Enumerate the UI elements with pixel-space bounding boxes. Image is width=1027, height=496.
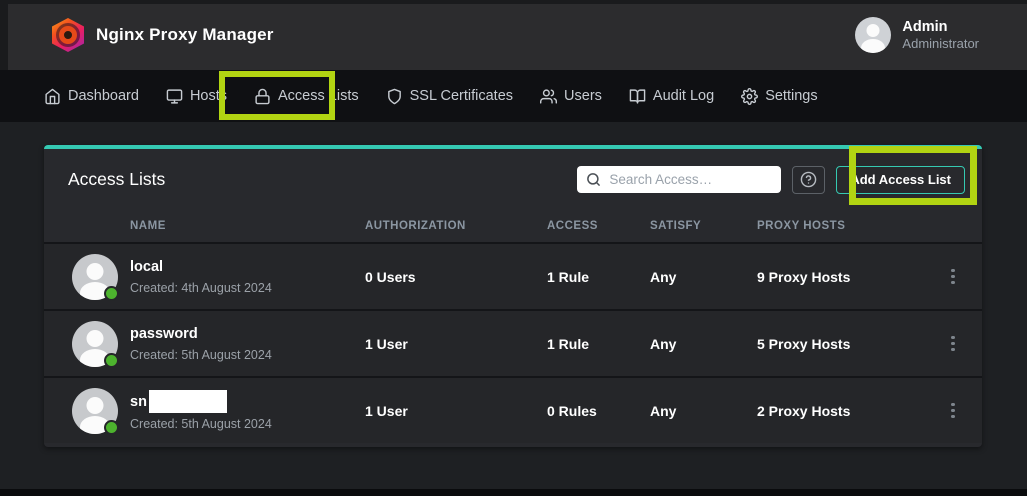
authorization-cell: 1 User	[365, 336, 547, 352]
access-list-avatar	[72, 388, 118, 434]
row-menu-kebab-icon[interactable]	[942, 263, 964, 291]
table-row[interactable]: local Created: 4th August 2024 0 Users 1…	[44, 242, 982, 309]
table-header-row: NAME AUTHORIZATION ACCESS SATISFY PROXY …	[44, 210, 982, 242]
topbar: Nginx Proxy Manager Admin Administrator	[0, 0, 1027, 70]
nav-label: SSL Certificates	[410, 88, 513, 104]
access-cell: 1 Rule	[547, 336, 650, 352]
nav-item-ssl-certificates[interactable]: SSL Certificates	[386, 88, 513, 105]
nav-label: Audit Log	[653, 88, 714, 104]
nav-label: Settings	[765, 88, 817, 104]
nav-item-users[interactable]: Users	[540, 88, 602, 105]
access-cell: 1 Rule	[547, 269, 650, 285]
npm-logo-icon[interactable]	[52, 18, 84, 52]
created-date: Created: 4th August 2024	[130, 281, 365, 296]
col-header-name: NAME	[130, 220, 365, 232]
nav-label: Access Lists	[278, 88, 359, 104]
window-top-edge	[0, 0, 1027, 4]
panel-title: Access Lists	[68, 169, 165, 190]
gear-icon	[741, 88, 758, 105]
access-list-name: password	[130, 326, 198, 342]
monitor-icon	[166, 88, 183, 105]
nav-label: Hosts	[190, 88, 227, 104]
app-title: Nginx Proxy Manager	[96, 25, 274, 45]
access-lists-panel: Access Lists Add Access List NAME AUTHOR…	[44, 145, 982, 447]
shield-icon	[386, 88, 403, 105]
satisfy-cell: Any	[650, 269, 757, 285]
user-menu[interactable]: Admin Administrator	[855, 17, 979, 53]
redaction-box	[149, 390, 227, 413]
window-left-edge	[0, 0, 8, 70]
created-date: Created: 5th August 2024	[130, 348, 365, 363]
user-name: Admin	[902, 18, 979, 36]
search-input[interactable]	[609, 172, 772, 187]
access-list-name: local	[130, 259, 163, 275]
user-role: Administrator	[902, 36, 979, 52]
lock-icon	[254, 88, 271, 105]
users-icon	[540, 88, 557, 105]
bottom-edge-strip	[0, 489, 1027, 496]
authorization-cell: 1 User	[365, 403, 547, 419]
book-icon	[629, 88, 646, 105]
main-nav: Dashboard Hosts Access Lists SSL Certifi…	[0, 70, 1027, 122]
proxy-hosts-cell: 9 Proxy Hosts	[757, 269, 942, 285]
panel-header: Access Lists Add Access List	[44, 149, 982, 210]
search-icon	[586, 172, 601, 187]
status-online-dot	[104, 353, 119, 368]
avatar-cell	[44, 254, 130, 300]
name-cell: password Created: 5th August 2024	[130, 324, 365, 362]
row-menu-kebab-icon[interactable]	[942, 330, 964, 358]
authorization-cell: 0 Users	[365, 269, 547, 285]
avatar-cell	[44, 321, 130, 367]
nav-item-audit-log[interactable]: Audit Log	[629, 88, 714, 105]
help-circle-icon	[800, 171, 817, 188]
access-list-avatar	[72, 254, 118, 300]
name-cell: local Created: 4th August 2024	[130, 257, 365, 295]
nav-item-access-lists[interactable]: Access Lists	[254, 88, 359, 105]
access-list-avatar	[72, 321, 118, 367]
access-cell: 0 Rules	[547, 403, 650, 419]
access-list-name: sn	[130, 394, 147, 410]
status-online-dot	[104, 286, 119, 301]
table-row[interactable]: sn Created: 5th August 2024 1 User 0 Rul…	[44, 376, 982, 443]
col-header-proxy-hosts: PROXY HOSTS	[757, 220, 942, 232]
proxy-hosts-cell: 5 Proxy Hosts	[757, 336, 942, 352]
home-icon	[44, 88, 61, 105]
page-content: Access Lists Add Access List NAME AUTHOR…	[0, 122, 1027, 496]
created-date: Created: 5th August 2024	[130, 417, 365, 432]
add-access-list-button[interactable]: Add Access List	[836, 166, 965, 194]
col-header-authorization: AUTHORIZATION	[365, 220, 547, 232]
search-box	[577, 166, 781, 193]
logo-ring	[59, 26, 77, 44]
nav-label: Users	[564, 88, 602, 104]
proxy-hosts-cell: 2 Proxy Hosts	[757, 403, 942, 419]
nav-item-dashboard[interactable]: Dashboard	[44, 88, 139, 105]
user-avatar	[855, 17, 891, 53]
nav-item-hosts[interactable]: Hosts	[166, 88, 227, 105]
avatar-cell	[44, 388, 130, 434]
col-header-satisfy: SATISFY	[650, 220, 757, 232]
nav-item-settings[interactable]: Settings	[741, 88, 817, 105]
row-menu-kebab-icon[interactable]	[942, 397, 964, 425]
nav-label: Dashboard	[68, 88, 139, 104]
name-cell: sn Created: 5th August 2024	[130, 390, 365, 432]
col-header-access: ACCESS	[547, 220, 650, 232]
status-online-dot	[104, 420, 119, 435]
satisfy-cell: Any	[650, 403, 757, 419]
satisfy-cell: Any	[650, 336, 757, 352]
table-row[interactable]: password Created: 5th August 2024 1 User…	[44, 309, 982, 376]
help-button[interactable]	[792, 166, 825, 194]
